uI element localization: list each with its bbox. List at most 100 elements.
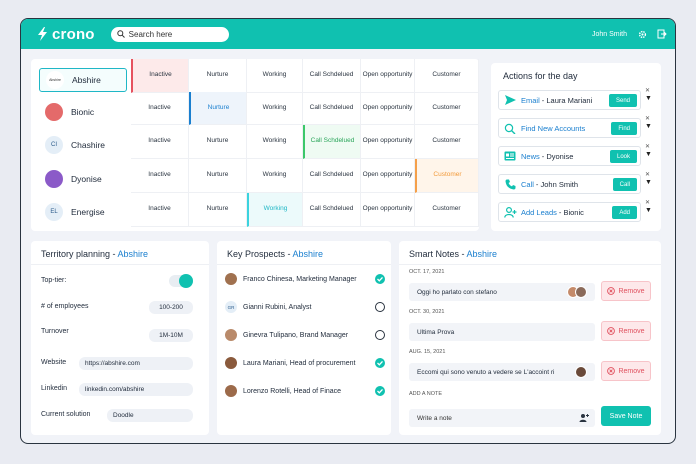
stage-cell[interactable]: Customer <box>415 92 479 125</box>
stage-cell[interactable]: Call Schdelued <box>303 59 361 93</box>
close-icon[interactable]: ✕ <box>645 87 652 95</box>
check-icon[interactable] <box>375 358 385 368</box>
action-item[interactable]: Find New Accounts Find <box>498 118 641 138</box>
action-item[interactable]: Call - John Smith Call <box>498 174 641 194</box>
company-chashire[interactable]: CI Chashire <box>39 133 127 157</box>
stage-cell[interactable]: Working <box>247 159 303 193</box>
stage-cell[interactable]: Nurture <box>189 59 247 93</box>
stage-cell[interactable]: Customer <box>415 59 479 93</box>
stage-cell[interactable]: Open opportunity <box>361 92 415 125</box>
stage-cell[interactable]: Inactive <box>131 125 189 159</box>
close-icon[interactable]: ✕ <box>645 171 652 179</box>
stage-cell[interactable]: Inactive <box>131 59 189 93</box>
stage-cell[interactable]: Call Schdelued <box>303 92 361 125</box>
stage-cell[interactable]: Call Schdelued <box>303 125 361 159</box>
caret-down-icon[interactable]: ▼ <box>645 207 652 215</box>
stage-cell[interactable]: Customer <box>415 125 479 159</box>
company-energise[interactable]: EL Energise <box>39 200 127 224</box>
prospect-row[interactable]: Ginevra Tulipano, Brand Manager <box>225 327 385 343</box>
action-item[interactable]: Add Leads - Bionic Add <box>498 202 641 222</box>
action-controls[interactable]: ✕ ▼ <box>645 87 652 103</box>
action-button[interactable]: Add <box>612 206 637 219</box>
search-box[interactable] <box>110 26 229 42</box>
crono-logo[interactable]: crono <box>37 26 95 43</box>
action-button[interactable]: Call <box>612 178 637 191</box>
logout-icon[interactable] <box>655 27 669 41</box>
company-bionic[interactable]: Bionic <box>39 100 127 124</box>
unchecked-circle-icon[interactable] <box>375 302 385 312</box>
stage-cell[interactable]: Customer <box>415 193 479 227</box>
prospect-row[interactable]: GR Gianni Rubini, Analyst <box>225 299 385 315</box>
check-icon[interactable] <box>375 274 385 284</box>
stage-cell[interactable]: Nurture <box>189 193 247 227</box>
stage-cell[interactable]: Open opportunity <box>361 159 415 193</box>
stage-cell[interactable]: Nurture <box>189 159 247 193</box>
user-name[interactable]: John Smith <box>592 31 627 38</box>
caret-down-icon[interactable]: ▼ <box>645 95 652 103</box>
add-person-icon[interactable] <box>579 413 589 422</box>
prospect-row[interactable]: Lorenzo Rotelli, Head of Finace <box>225 383 385 399</box>
company-dyonise[interactable]: Dyonise <box>39 167 127 191</box>
remove-note-button[interactable]: Remove <box>601 281 651 301</box>
remove-note-button[interactable]: Remove <box>601 321 651 341</box>
stage-cell[interactable]: Inactive <box>131 159 189 193</box>
close-icon[interactable]: ✕ <box>645 115 652 123</box>
action-controls[interactable]: ✕ ▼ <box>645 199 652 215</box>
action-item[interactable]: News - Dyonise Look <box>498 146 641 166</box>
search-input[interactable] <box>128 29 219 39</box>
stage-cell[interactable]: Inactive <box>131 92 189 125</box>
website-field[interactable]: https://abshire.com <box>79 357 193 370</box>
company-abshire[interactable]: Abshire Abshire <box>39 68 127 92</box>
close-icon[interactable]: ✕ <box>645 199 652 207</box>
action-controls[interactable]: ✕ ▼ <box>645 143 652 159</box>
note-text[interactable]: Ultima Prova <box>409 323 595 341</box>
stage-cell[interactable]: Open opportunity <box>361 59 415 93</box>
key-prospects-card: Key Prospects - Abshire Franco Chinesa, … <box>217 241 391 435</box>
company-name: Energise <box>71 207 105 217</box>
save-note-button[interactable]: Save Note <box>601 406 651 426</box>
prospect-row[interactable]: Franco Chinesa, Marketing Manager <box>225 271 385 287</box>
action-target: - John Smith <box>535 179 579 189</box>
close-icon[interactable]: ✕ <box>645 143 652 151</box>
stage-cell[interactable]: Open opportunity <box>361 193 415 227</box>
action-controls[interactable]: ✕ ▼ <box>645 115 652 131</box>
action-button[interactable]: Look <box>609 150 637 163</box>
caret-down-icon[interactable]: ▼ <box>645 151 652 159</box>
action-verb[interactable]: Find New Accounts <box>521 124 585 133</box>
top-tier-toggle[interactable] <box>169 274 193 288</box>
stage-cell[interactable]: Nurture <box>189 125 247 159</box>
note-text[interactable]: Eccomi qui sono venuto a vedere se L'acc… <box>409 363 595 381</box>
remove-note-button[interactable]: Remove <box>601 361 651 381</box>
action-verb[interactable]: Call <box>521 180 534 189</box>
check-icon[interactable] <box>375 386 385 396</box>
caret-down-icon[interactable]: ▼ <box>645 179 652 187</box>
action-verb[interactable]: Add Leads <box>521 208 557 217</box>
action-item[interactable]: Email - Laura Mariani Send <box>498 90 641 110</box>
prospect-row[interactable]: Laura Mariani, Head of procurement <box>225 355 385 371</box>
stage-cell[interactable]: Working <box>247 92 303 125</box>
settings-gear-icon[interactable] <box>635 27 649 41</box>
stage-cell[interactable]: Working <box>247 59 303 93</box>
caret-down-icon[interactable]: ▼ <box>645 123 652 131</box>
note-input[interactable] <box>417 414 567 422</box>
stage-cell[interactable]: Call Schdelued <box>303 193 361 227</box>
stage-cell[interactable]: Working <box>247 125 303 159</box>
action-button[interactable]: Find <box>611 122 637 135</box>
turnover-field[interactable]: 1M-10M <box>149 329 193 342</box>
stage-cell[interactable]: Working <box>247 193 303 227</box>
stage-cell[interactable]: Call Schdelued <box>303 159 361 193</box>
solution-field[interactable]: Doodle <box>107 409 193 422</box>
action-button[interactable]: Send <box>608 94 637 107</box>
action-verb[interactable]: News <box>521 152 540 161</box>
action-verb[interactable]: Email <box>521 96 540 105</box>
stage-cell[interactable]: Inactive <box>131 193 189 227</box>
stage-cell[interactable]: Open opportunity <box>361 125 415 159</box>
note-input-box[interactable] <box>409 409 595 427</box>
employees-field[interactable]: 100-200 <box>149 301 193 314</box>
unchecked-circle-icon[interactable] <box>375 330 385 340</box>
linkedin-field[interactable]: linkedin.com/abshire <box>79 383 193 396</box>
stage-cell[interactable]: Customer <box>415 159 479 193</box>
prospect-name: Lorenzo Rotelli, Head of Finace <box>243 387 342 395</box>
action-controls[interactable]: ✕ ▼ <box>645 171 652 187</box>
stage-cell[interactable]: Nurture <box>189 92 247 125</box>
